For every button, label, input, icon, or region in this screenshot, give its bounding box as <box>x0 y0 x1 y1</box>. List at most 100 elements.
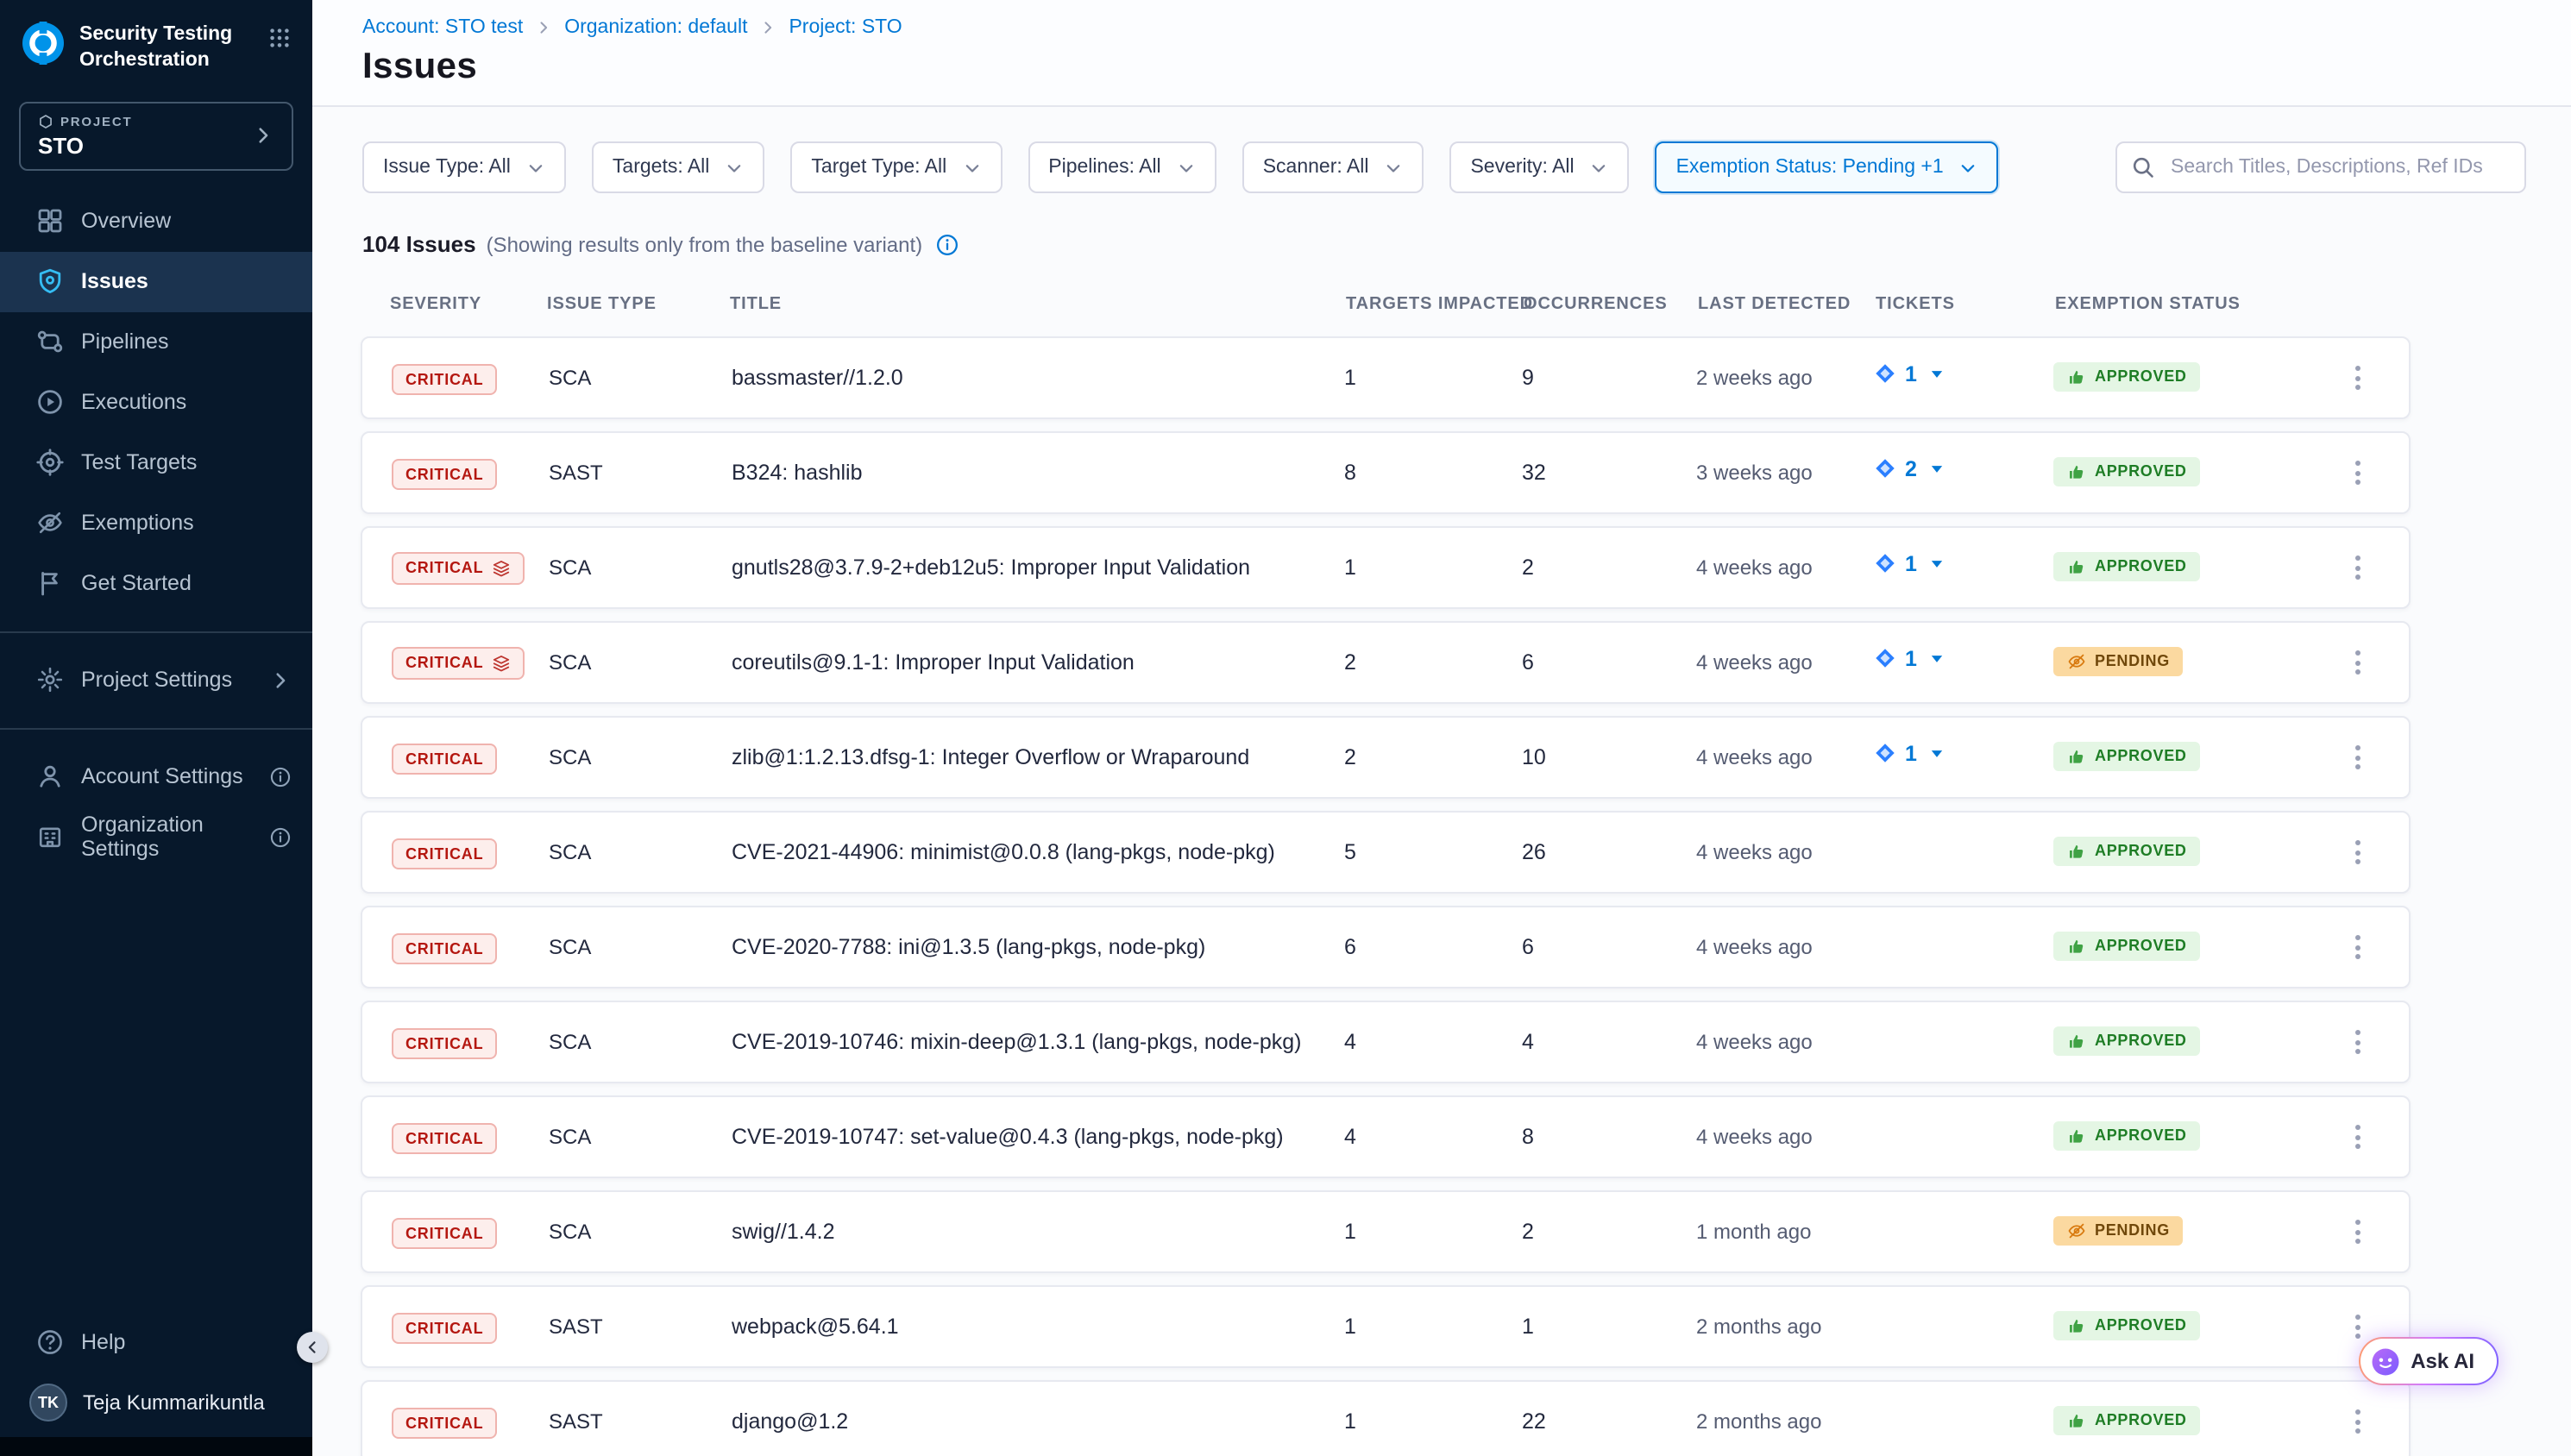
row-menu-button[interactable] <box>2347 926 2392 968</box>
sidebar-item-exemptions[interactable]: Exemptions <box>0 493 312 554</box>
nav-label: Exemptions <box>81 511 194 536</box>
sidebar-item-help[interactable]: Help <box>0 1311 312 1371</box>
issue-title[interactable]: CVE-2019-10747: set-value@0.4.3 (lang-pk… <box>732 1125 1344 1149</box>
issue-type: SCA <box>549 555 732 580</box>
sidebar-collapse-button[interactable] <box>297 1332 328 1363</box>
filter-scanner[interactable]: Scanner: All <box>1242 141 1424 193</box>
issue-title[interactable]: webpack@5.64.1 <box>732 1315 1344 1339</box>
search-input[interactable] <box>2115 141 2526 193</box>
row-menu-button[interactable] <box>2347 1401 2392 1442</box>
row-menu-button[interactable] <box>2347 357 2392 399</box>
sidebar-item-issues[interactable]: Issues <box>0 252 312 312</box>
issue-title[interactable]: zlib@1:1.2.13.dfsg-1: Integer Overflow o… <box>732 745 1344 769</box>
severity-badge: CRITICAL <box>392 1027 497 1058</box>
breadcrumb-project[interactable]: Project: STO <box>789 17 902 38</box>
sidebar-item-account-settings[interactable]: Account Settings <box>0 747 312 807</box>
chevron-right-icon <box>759 19 776 36</box>
issue-title[interactable]: CVE-2019-10746: mixin-deep@1.3.1 (lang-p… <box>732 1030 1344 1054</box>
occurrences: 8 <box>1522 1125 1696 1149</box>
issue-row[interactable]: CRITICAL SCA zlib@1:1.2.13.dfsg-1: Integ… <box>361 716 2411 799</box>
issue-row[interactable]: CRITICAL SCA CVE-2019-10746: mixin-deep@… <box>361 1001 2411 1083</box>
breadcrumb-account[interactable]: Account: STO test <box>362 17 523 38</box>
row-menu-button[interactable] <box>2347 547 2392 588</box>
occurrences: 6 <box>1522 935 1696 959</box>
ask-ai-button[interactable]: Ask AI <box>2359 1337 2499 1385</box>
thumb-up-icon <box>2067 1315 2086 1334</box>
issue-row[interactable]: CRITICAL SAST B324: hashlib 8 32 3 weeks… <box>361 431 2411 514</box>
breadcrumb-organization[interactable]: Organization: default <box>564 17 747 38</box>
issue-row[interactable]: CRITICAL SAST webpack@5.64.1 1 1 2 month… <box>361 1285 2411 1368</box>
filter-targets[interactable]: Targets: All <box>592 141 765 193</box>
ticket-link[interactable]: 1 <box>1874 362 1948 386</box>
exemption-status-cell: APPROVED <box>2053 1120 2347 1153</box>
filter-bar: Issue Type: All Targets: All Target Type: … <box>362 141 1999 193</box>
info-icon[interactable] <box>269 826 292 849</box>
flag-icon <box>36 570 64 598</box>
issue-row[interactable]: CRITICAL SCA CVE-2020-7788: ini@1.3.5 (l… <box>361 906 2411 988</box>
issue-row[interactable]: CRITICAL SCA coreutils@9.1-1: Improper I… <box>361 621 2411 704</box>
row-menu-button[interactable] <box>2347 1116 2392 1158</box>
filter-severity[interactable]: Severity: All <box>1449 141 1629 193</box>
issue-row[interactable]: CRITICAL SCA CVE-2021-44906: minimist@0.… <box>361 811 2411 894</box>
row-menu-cell <box>2347 832 2392 873</box>
severity-cell: CRITICAL <box>392 836 549 869</box>
issue-row[interactable]: CRITICAL SCA bassmaster//1.2.0 1 9 2 wee… <box>361 336 2411 419</box>
overview-icon <box>36 208 64 235</box>
row-menu-button[interactable] <box>2347 1211 2392 1252</box>
filter-target-type[interactable]: Target Type: All <box>790 141 1002 193</box>
issue-row[interactable]: CRITICAL SCA swig//1.4.2 1 2 1 month ago… <box>361 1190 2411 1273</box>
jira-ticket-icon <box>1874 363 1896 386</box>
occurrences: 26 <box>1522 840 1696 864</box>
severity-cell: CRITICAL <box>392 646 549 680</box>
issue-row[interactable]: CRITICAL SCA CVE-2019-10747: set-value@0… <box>361 1095 2411 1178</box>
user-menu[interactable]: TK Teja Kummarikuntla <box>0 1371 312 1435</box>
exemption-status-cell: PENDING <box>2053 1215 2347 1248</box>
ticket-count: 2 <box>1905 457 1917 481</box>
row-menu-button[interactable] <box>2347 642 2392 683</box>
issue-title[interactable]: bassmaster//1.2.0 <box>732 366 1344 390</box>
filter-exemption-status[interactable]: Exemption Status: Pending +1 <box>1656 141 1999 193</box>
issue-title[interactable]: B324: hashlib <box>732 461 1344 485</box>
occurrences: 1 <box>1522 1315 1696 1339</box>
filter-issue-type[interactable]: Issue Type: All <box>362 141 566 193</box>
project-selector[interactable]: PROJECT STO <box>19 102 293 171</box>
issue-title[interactable]: django@1.2 <box>732 1409 1344 1434</box>
row-menu-button[interactable] <box>2347 832 2392 873</box>
main-content: Account: STO test Organization: default … <box>312 0 2571 1456</box>
sidebar-item-get-started[interactable]: Get Started <box>0 554 312 614</box>
issue-title[interactable]: CVE-2020-7788: ini@1.3.5 (lang-pkgs, nod… <box>732 935 1344 959</box>
issue-row[interactable]: CRITICAL SAST django@1.2 1 22 2 months a… <box>361 1380 2411 1456</box>
issue-title[interactable]: gnutls28@3.7.9-2+deb12u5: Improper Input… <box>732 555 1344 580</box>
ticket-link[interactable]: 1 <box>1874 647 1948 671</box>
row-menu-button[interactable] <box>2347 737 2392 778</box>
issue-row[interactable]: CRITICAL SCA gnutls28@3.7.9-2+deb12u5: I… <box>361 526 2411 609</box>
ticket-link[interactable]: 1 <box>1874 742 1948 766</box>
ticket-link[interactable]: 2 <box>1874 457 1948 481</box>
sidebar-item-test-targets[interactable]: Test Targets <box>0 433 312 493</box>
exemption-status-cell: APPROVED <box>2053 1405 2347 1438</box>
sidebar-item-executions[interactable]: Executions <box>0 373 312 433</box>
row-menu-cell <box>2347 1211 2392 1252</box>
summary-row: 104 Issues (Showing results only from th… <box>312 193 2571 257</box>
harness-logo-icon[interactable] <box>21 21 66 66</box>
sidebar-item-pipelines[interactable]: Pipelines <box>0 312 312 373</box>
ticket-link[interactable]: 1 <box>1874 552 1948 576</box>
ask-ai-icon <box>2371 1346 2400 1376</box>
row-menu-button[interactable] <box>2347 1021 2392 1063</box>
issue-title[interactable]: coreutils@9.1-1: Improper Input Validati… <box>732 650 1344 675</box>
info-icon[interactable] <box>934 232 959 256</box>
nav-label: Project Settings <box>81 668 232 693</box>
filter-pipelines[interactable]: Pipelines: All <box>1028 141 1216 193</box>
info-icon[interactable] <box>269 766 292 788</box>
exemption-status-badge: APPROVED <box>2053 1026 2201 1055</box>
issue-title[interactable]: CVE-2021-44906: minimist@0.0.8 (lang-pkg… <box>732 840 1344 864</box>
eye-off-icon <box>2067 651 2086 670</box>
issue-title[interactable]: swig//1.4.2 <box>732 1220 1344 1244</box>
chevron-down-icon <box>526 158 545 177</box>
app-grid-icon[interactable] <box>267 26 292 50</box>
sidebar-item-project-settings[interactable]: Project Settings <box>0 650 312 711</box>
help-icon <box>36 1327 64 1355</box>
row-menu-button[interactable] <box>2347 452 2392 493</box>
sidebar-item-organization-settings[interactable]: Organization Settings <box>0 807 312 868</box>
sidebar-item-overview[interactable]: Overview <box>0 191 312 252</box>
